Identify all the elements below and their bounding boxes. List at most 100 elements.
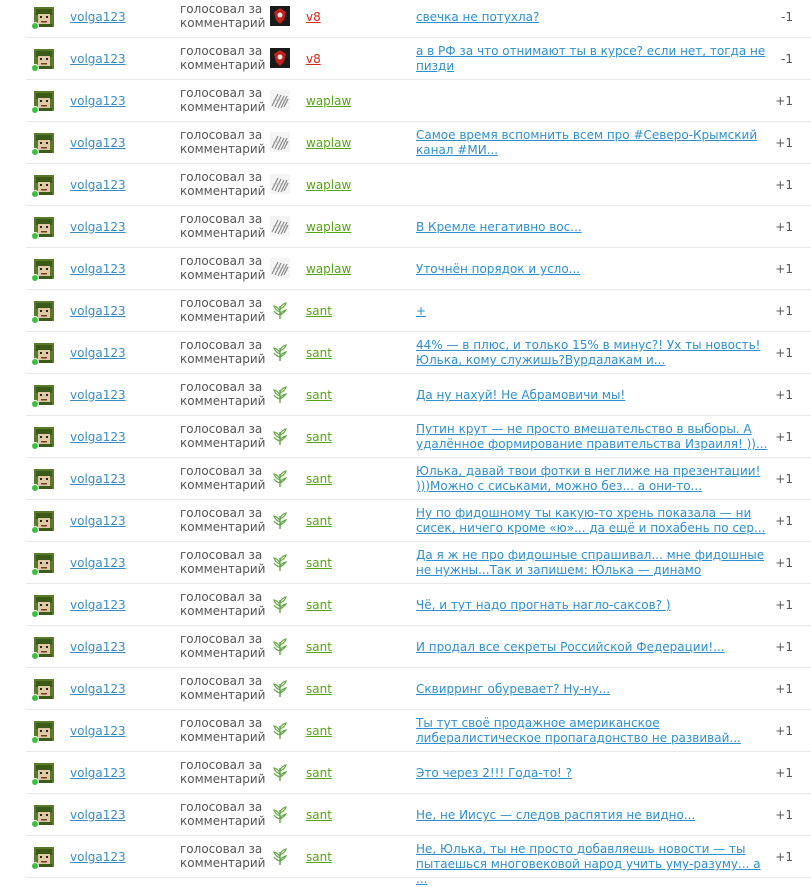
comment-link[interactable]: 44% — в плюс, и только 15% в минус?! Ух … xyxy=(416,338,771,368)
voter-avatar-icon[interactable] xyxy=(31,217,54,240)
voter-avatar-icon[interactable] xyxy=(31,175,54,198)
comment-link[interactable]: Чё, и тут надо прогнать нагло-саксов? ) xyxy=(416,598,771,613)
sant-tree-icon[interactable] xyxy=(270,720,290,740)
voter-avatar-icon[interactable] xyxy=(31,343,54,366)
comment-link[interactable]: а в РФ за что отнимают ты в курсе? если … xyxy=(416,44,771,74)
sant-tree-icon[interactable] xyxy=(270,468,290,488)
voter-avatar-icon[interactable] xyxy=(31,721,54,744)
voter-avatar-icon[interactable] xyxy=(31,637,54,660)
voter-avatar-icon[interactable] xyxy=(31,385,54,408)
target-username-link[interactable]: v8 xyxy=(306,52,321,66)
comment-link[interactable]: Юлька, давай твои фотки в неглиже на пре… xyxy=(416,464,771,494)
sant-tree-icon[interactable] xyxy=(270,678,290,698)
voter-username-link[interactable]: volga123 xyxy=(70,52,126,66)
voter-avatar-icon[interactable] xyxy=(31,469,54,492)
voter-avatar-icon[interactable] xyxy=(31,553,54,576)
voter-avatar-icon[interactable] xyxy=(31,763,54,786)
comment-link[interactable]: + xyxy=(416,304,771,319)
target-username-link[interactable]: sant xyxy=(306,598,332,612)
sant-tree-icon[interactable] xyxy=(270,804,290,824)
voter-avatar-icon[interactable] xyxy=(31,679,54,702)
voter-username-link[interactable]: volga123 xyxy=(70,136,126,150)
voter-avatar-icon[interactable] xyxy=(31,133,54,156)
sant-tree-icon[interactable] xyxy=(270,342,290,362)
target-username-link[interactable]: v8 xyxy=(306,10,321,24)
target-username-link[interactable]: sant xyxy=(306,724,332,738)
comment-link[interactable]: Это через 2!!! Года-то! ? xyxy=(416,766,771,781)
comment-link[interactable]: Да ну нахуй! Не Абрамовичи мы! xyxy=(416,388,771,403)
sant-tree-icon[interactable] xyxy=(270,594,290,614)
voter-username-link[interactable]: volga123 xyxy=(70,220,126,234)
voter-username-link[interactable]: volga123 xyxy=(70,766,126,780)
voter-avatar-icon[interactable] xyxy=(31,805,54,828)
waplaw-avatar-icon[interactable] xyxy=(270,132,290,152)
target-username-link[interactable]: sant xyxy=(306,640,332,654)
comment-link[interactable]: И продал все секреты Российской Федераци… xyxy=(416,640,771,655)
voter-username-link[interactable]: volga123 xyxy=(70,850,126,864)
voter-username-link[interactable]: volga123 xyxy=(70,724,126,738)
sant-tree-icon[interactable] xyxy=(270,552,290,572)
voter-username-link[interactable]: volga123 xyxy=(70,682,126,696)
v8-avatar-icon[interactable] xyxy=(270,6,290,26)
voter-avatar-icon[interactable] xyxy=(31,7,54,30)
voter-avatar-icon[interactable] xyxy=(31,301,54,324)
comment-link[interactable]: Не, не Иисус — следов распятия не видно.… xyxy=(416,808,771,823)
target-username-link[interactable]: sant xyxy=(306,556,332,570)
sant-tree-icon[interactable] xyxy=(270,300,290,320)
voter-username-link[interactable]: volga123 xyxy=(70,556,126,570)
target-username-link[interactable]: waplaw xyxy=(306,136,351,150)
comment-link[interactable]: Ты тут своё продажное американское либер… xyxy=(416,716,771,746)
voter-avatar-icon[interactable] xyxy=(31,259,54,282)
sant-tree-icon[interactable] xyxy=(270,426,290,446)
voter-username-link[interactable]: volga123 xyxy=(70,262,126,276)
sant-tree-icon[interactable] xyxy=(270,636,290,656)
sant-tree-icon[interactable] xyxy=(270,846,290,866)
voter-avatar-icon[interactable] xyxy=(31,595,54,618)
comment-link[interactable]: Не, Юлька, ты не просто добавляешь новос… xyxy=(416,842,771,887)
target-username-link[interactable]: sant xyxy=(306,850,332,864)
sant-tree-icon[interactable] xyxy=(270,762,290,782)
target-username-link[interactable]: sant xyxy=(306,430,332,444)
comment-link[interactable]: свечка не потухла? xyxy=(416,10,771,25)
target-username-link[interactable]: sant xyxy=(306,388,332,402)
comment-link[interactable]: Уточнён порядок и усло... xyxy=(416,262,771,277)
voter-avatar-icon[interactable] xyxy=(31,91,54,114)
v8-avatar-icon[interactable] xyxy=(270,48,290,68)
voter-username-link[interactable]: volga123 xyxy=(70,178,126,192)
voter-username-link[interactable]: volga123 xyxy=(70,388,126,402)
voter-username-link[interactable]: volga123 xyxy=(70,94,126,108)
comment-link[interactable]: Ну по фидошному ты какую-то хрень показа… xyxy=(416,506,771,536)
target-username-link[interactable]: sant xyxy=(306,808,332,822)
target-username-link[interactable]: sant xyxy=(306,346,332,360)
voter-avatar-icon[interactable] xyxy=(31,49,54,72)
voter-username-link[interactable]: volga123 xyxy=(70,430,126,444)
target-username-link[interactable]: waplaw xyxy=(306,262,351,276)
waplaw-avatar-icon[interactable] xyxy=(270,174,290,194)
comment-link[interactable]: Самое время вспомнить всем про #Северо-К… xyxy=(416,128,771,158)
voter-username-link[interactable]: volga123 xyxy=(70,304,126,318)
target-username-link[interactable]: sant xyxy=(306,514,332,528)
target-username-link[interactable]: waplaw xyxy=(306,94,351,108)
voter-username-link[interactable]: volga123 xyxy=(70,10,126,24)
voter-username-link[interactable]: volga123 xyxy=(70,598,126,612)
voter-username-link[interactable]: volga123 xyxy=(70,640,126,654)
target-username-link[interactable]: waplaw xyxy=(306,220,351,234)
voter-username-link[interactable]: volga123 xyxy=(70,346,126,360)
voter-username-link[interactable]: volga123 xyxy=(70,808,126,822)
sant-tree-icon[interactable] xyxy=(270,510,290,530)
sant-tree-icon[interactable] xyxy=(270,384,290,404)
waplaw-avatar-icon[interactable] xyxy=(270,258,290,278)
voter-username-link[interactable]: volga123 xyxy=(70,514,126,528)
waplaw-avatar-icon[interactable] xyxy=(270,90,290,110)
target-username-link[interactable]: sant xyxy=(306,682,332,696)
voter-avatar-icon[interactable] xyxy=(31,511,54,534)
comment-link[interactable]: Сквирринг обуревает? Ну-ну... xyxy=(416,682,771,697)
target-username-link[interactable]: sant xyxy=(306,766,332,780)
comment-link[interactable]: В Кремле негативно вос... xyxy=(416,220,771,235)
waplaw-avatar-icon[interactable] xyxy=(270,216,290,236)
comment-link[interactable]: Путин крут — не просто вмешательство в в… xyxy=(416,422,771,452)
target-username-link[interactable]: sant xyxy=(306,472,332,486)
voter-username-link[interactable]: volga123 xyxy=(70,472,126,486)
target-username-link[interactable]: waplaw xyxy=(306,178,351,192)
comment-link[interactable]: Да я ж не про фидошные спрашивал... мне … xyxy=(416,548,771,578)
